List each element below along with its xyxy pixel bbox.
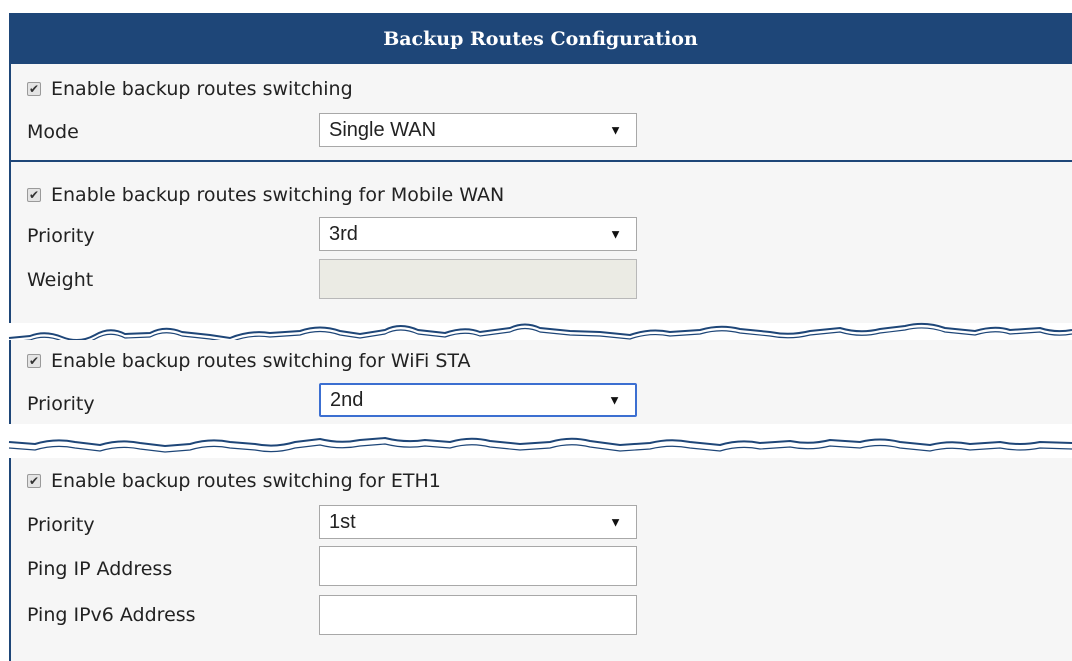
triangle-down-icon: ▼ — [609, 226, 622, 242]
enable-wifi-sta-label: Enable backup routes switching for WiFi … — [51, 350, 471, 372]
wifi-sta-priority-select[interactable]: 2nd ▼ — [319, 383, 637, 417]
eth1-priority-select[interactable]: 1st ▼ — [319, 505, 637, 539]
weight-label: Weight — [27, 269, 94, 291]
enable-backup-row: ✔ Enable backup routes switching — [27, 78, 353, 100]
enable-backup-label: Enable backup routes switching — [51, 78, 353, 100]
mode-select[interactable]: Single WAN ▼ — [319, 113, 637, 147]
mobile-wan-priority-select[interactable]: 3rd ▼ — [319, 217, 637, 251]
enable-wifi-sta-row: ✔ Enable backup routes switching for WiF… — [27, 350, 471, 372]
enable-wifi-sta-checkbox[interactable]: ✔ — [27, 354, 41, 368]
ping-ip-label: Ping IP Address — [27, 558, 173, 580]
eth1-section: ✔ Enable backup routes switching for ETH… — [9, 458, 1072, 661]
triangle-down-icon: ▼ — [609, 122, 622, 138]
check-icon: ✔ — [28, 188, 40, 202]
enable-eth1-label: Enable backup routes switching for ETH1 — [51, 470, 441, 492]
check-icon: ✔ — [28, 82, 40, 96]
mobile-wan-section: ✔ Enable backup routes switching for Mob… — [9, 160, 1072, 323]
triangle-down-icon: ▼ — [609, 514, 622, 530]
mode-label: Mode — [27, 121, 79, 143]
enable-mobile-wan-label: Enable backup routes switching for Mobil… — [51, 184, 505, 206]
mode-select-value: Single WAN — [329, 118, 437, 141]
enable-eth1-checkbox[interactable]: ✔ — [27, 474, 41, 488]
check-icon: ✔ — [28, 474, 40, 488]
eth1-priority-label: Priority — [27, 514, 95, 536]
triangle-down-icon: ▼ — [608, 392, 621, 408]
weight-input — [319, 259, 637, 299]
enable-mobile-wan-checkbox[interactable]: ✔ — [27, 188, 41, 202]
enable-backup-checkbox[interactable]: ✔ — [27, 82, 41, 96]
page-title: Backup Routes Configuration — [383, 27, 698, 50]
enable-eth1-row: ✔ Enable backup routes switching for ETH… — [27, 470, 441, 492]
wifi-sta-priority-value: 2nd — [330, 388, 364, 411]
wifi-sta-priority-label: Priority — [27, 393, 95, 415]
wifi-sta-section: ✔ Enable backup routes switching for WiF… — [9, 340, 1072, 424]
mobile-wan-priority-value: 3rd — [329, 222, 358, 245]
ping-ipv6-label: Ping IPv6 Address — [27, 604, 196, 626]
config-header: Backup Routes Configuration — [9, 13, 1072, 64]
mobile-wan-priority-label: Priority — [27, 225, 95, 247]
ping-ip-input[interactable] — [319, 546, 637, 586]
eth1-priority-value: 1st — [329, 510, 356, 533]
general-section: ✔ Enable backup routes switching Mode Si… — [9, 64, 1072, 160]
enable-mobile-wan-row: ✔ Enable backup routes switching for Mob… — [27, 184, 504, 206]
ping-ipv6-input[interactable] — [319, 595, 637, 635]
check-icon: ✔ — [28, 354, 40, 368]
